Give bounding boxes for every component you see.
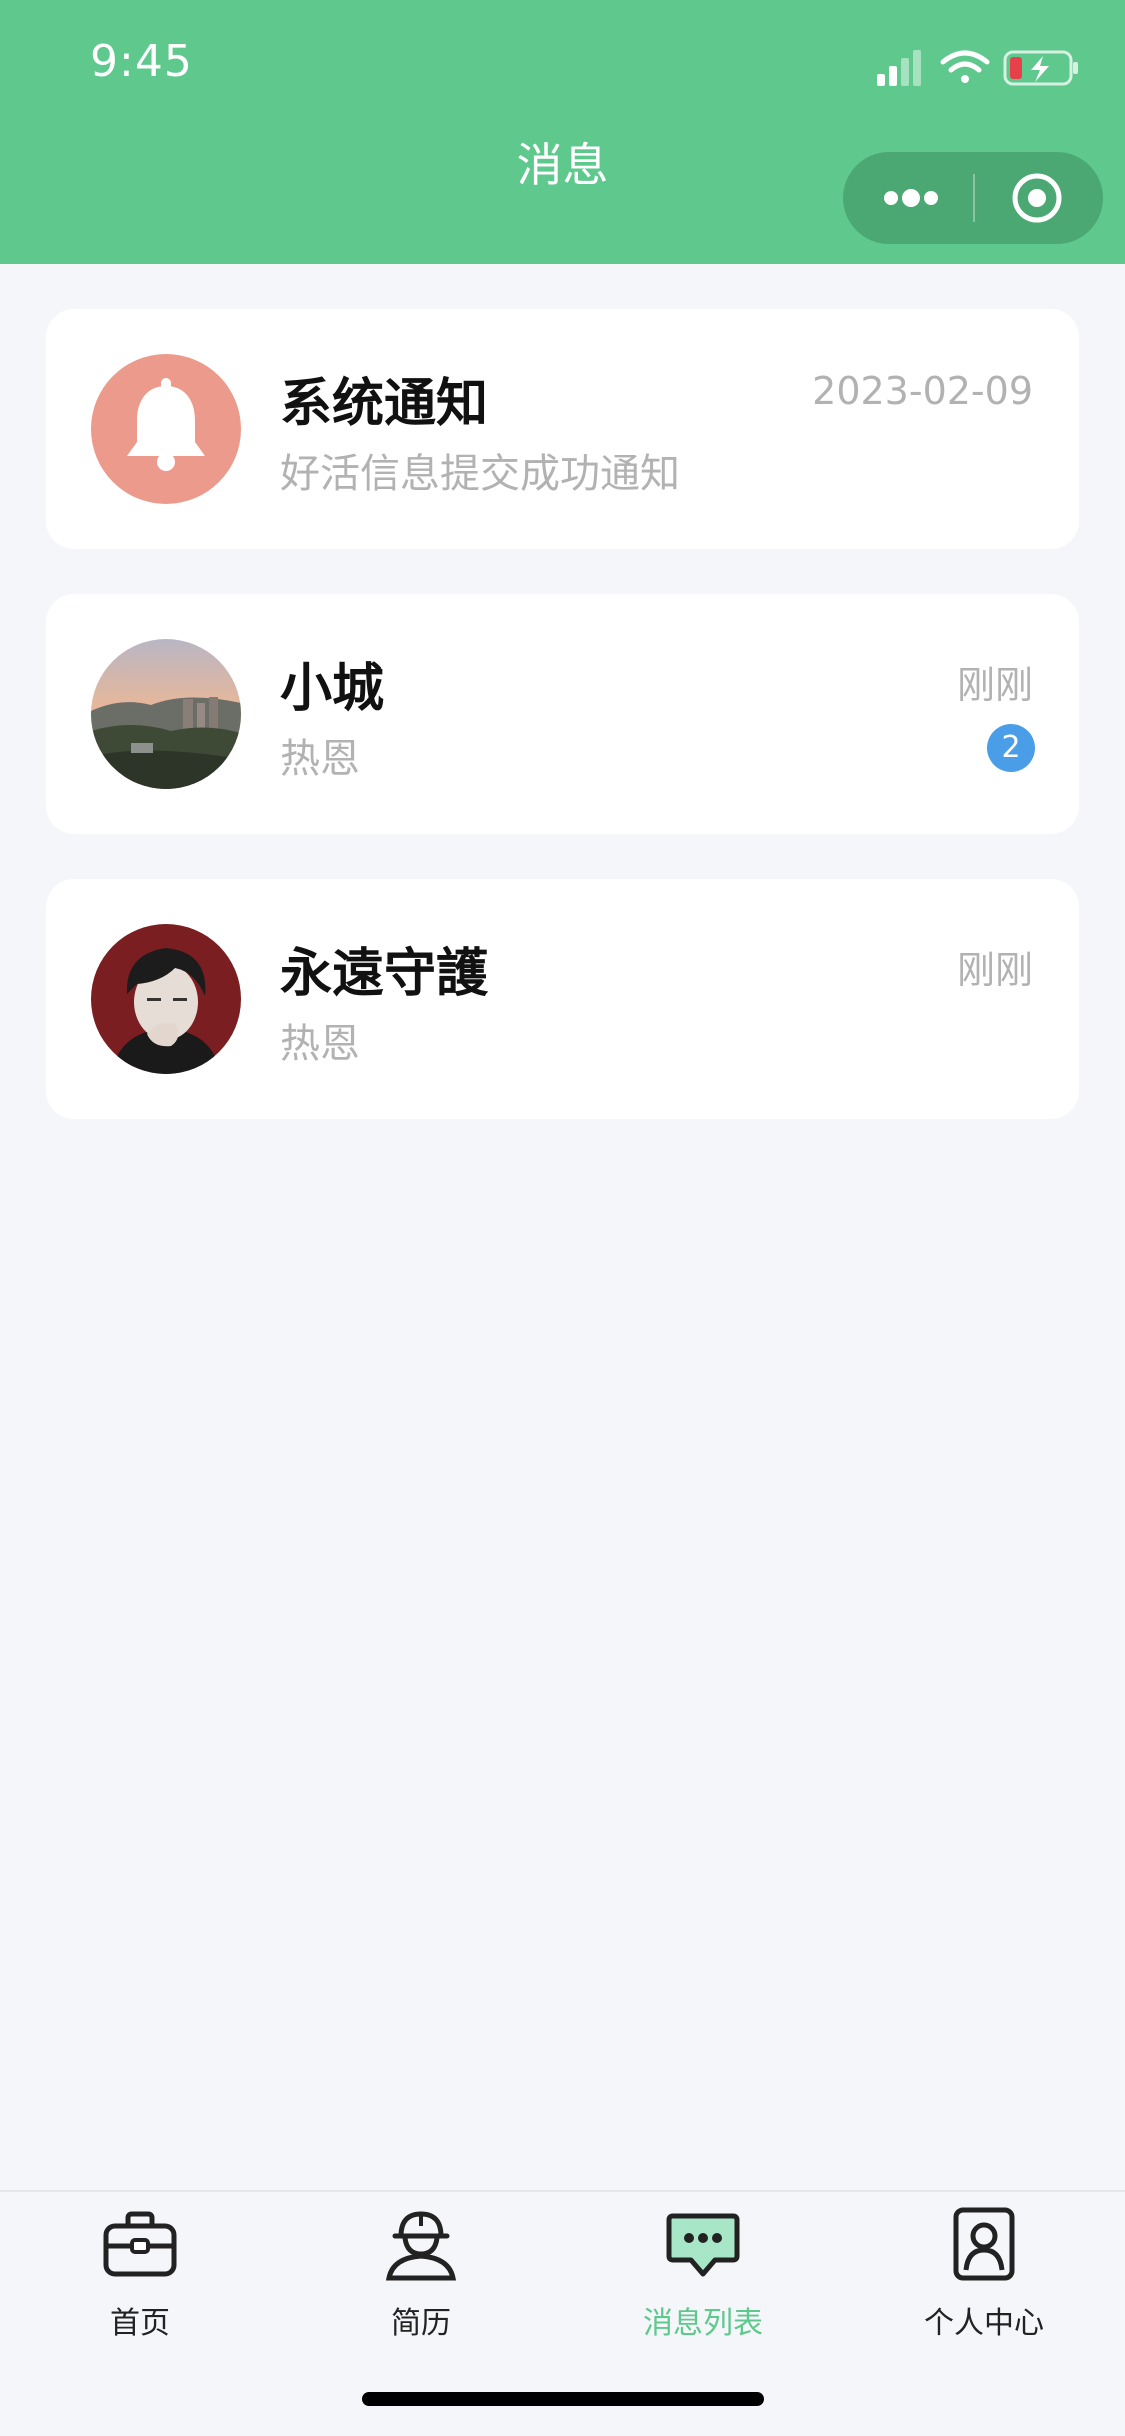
close-miniapp-button[interactable] (1011, 172, 1063, 224)
signal-icon (877, 50, 921, 86)
tab-label: 简历 (391, 2306, 451, 2341)
bell-icon (127, 378, 205, 471)
landscape-photo-icon (91, 639, 241, 789)
briefcase-icon (102, 2206, 178, 2282)
message-name: 永遠守護 (280, 944, 489, 1004)
message-time: 2023-02-09 (812, 369, 1033, 413)
tab-label: 首页 (110, 2306, 170, 2341)
message-item-yongyuan[interactable]: 永遠守護 热恩 刚刚 (46, 879, 1079, 1119)
tab-messages[interactable]: 消息列表 (603, 2206, 803, 2356)
message-preview: 热恩 (280, 736, 360, 782)
header-bar: 9:45 消息 (0, 0, 1125, 264)
message-item-system[interactable]: 系统通知 好活信息提交成功通知 2023-02-09 (46, 309, 1079, 549)
tab-label: 个人中心 (924, 2306, 1044, 2341)
tab-label: 消息列表 (643, 2306, 763, 2341)
profile-card-icon (946, 2206, 1022, 2282)
more-dots-icon (884, 189, 938, 207)
capsule-divider (973, 174, 975, 222)
battery-icon (1003, 50, 1078, 86)
message-item-xiaocheng[interactable]: 小城 热恩 刚刚 2 (46, 594, 1079, 834)
more-button[interactable] (881, 178, 941, 218)
unread-badge: 2 (987, 724, 1035, 772)
message-time: 刚刚 (956, 663, 1033, 707)
message-name: 系统通知 (280, 374, 489, 434)
chat-bubble-icon (665, 2206, 741, 2282)
message-time: 刚刚 (956, 948, 1033, 992)
tab-profile[interactable]: 个人中心 (884, 2206, 1084, 2356)
message-preview: 热恩 (280, 1021, 360, 1067)
tab-resume[interactable]: 简历 (321, 2206, 521, 2356)
message-name: 小城 (280, 659, 385, 719)
message-preview: 好活信息提交成功通知 (280, 451, 680, 497)
status-indicators (865, 46, 1085, 90)
target-close-icon (1012, 173, 1062, 223)
messages-screen: 9:45 消息 系统通知 好活信息提交成功通知 2023-02-09 小城 热恩… (0, 0, 1125, 2436)
character-portrait-icon (91, 924, 241, 1074)
miniapp-capsule (843, 152, 1103, 244)
worker-helmet-icon (383, 2206, 459, 2282)
status-time: 9:45 (90, 36, 193, 87)
tab-home[interactable]: 首页 (40, 2206, 240, 2356)
home-indicator (362, 2392, 764, 2406)
wifi-icon (940, 50, 990, 83)
landscape-avatar (91, 639, 241, 789)
portrait-avatar (91, 924, 241, 1074)
bell-avatar (91, 354, 241, 504)
